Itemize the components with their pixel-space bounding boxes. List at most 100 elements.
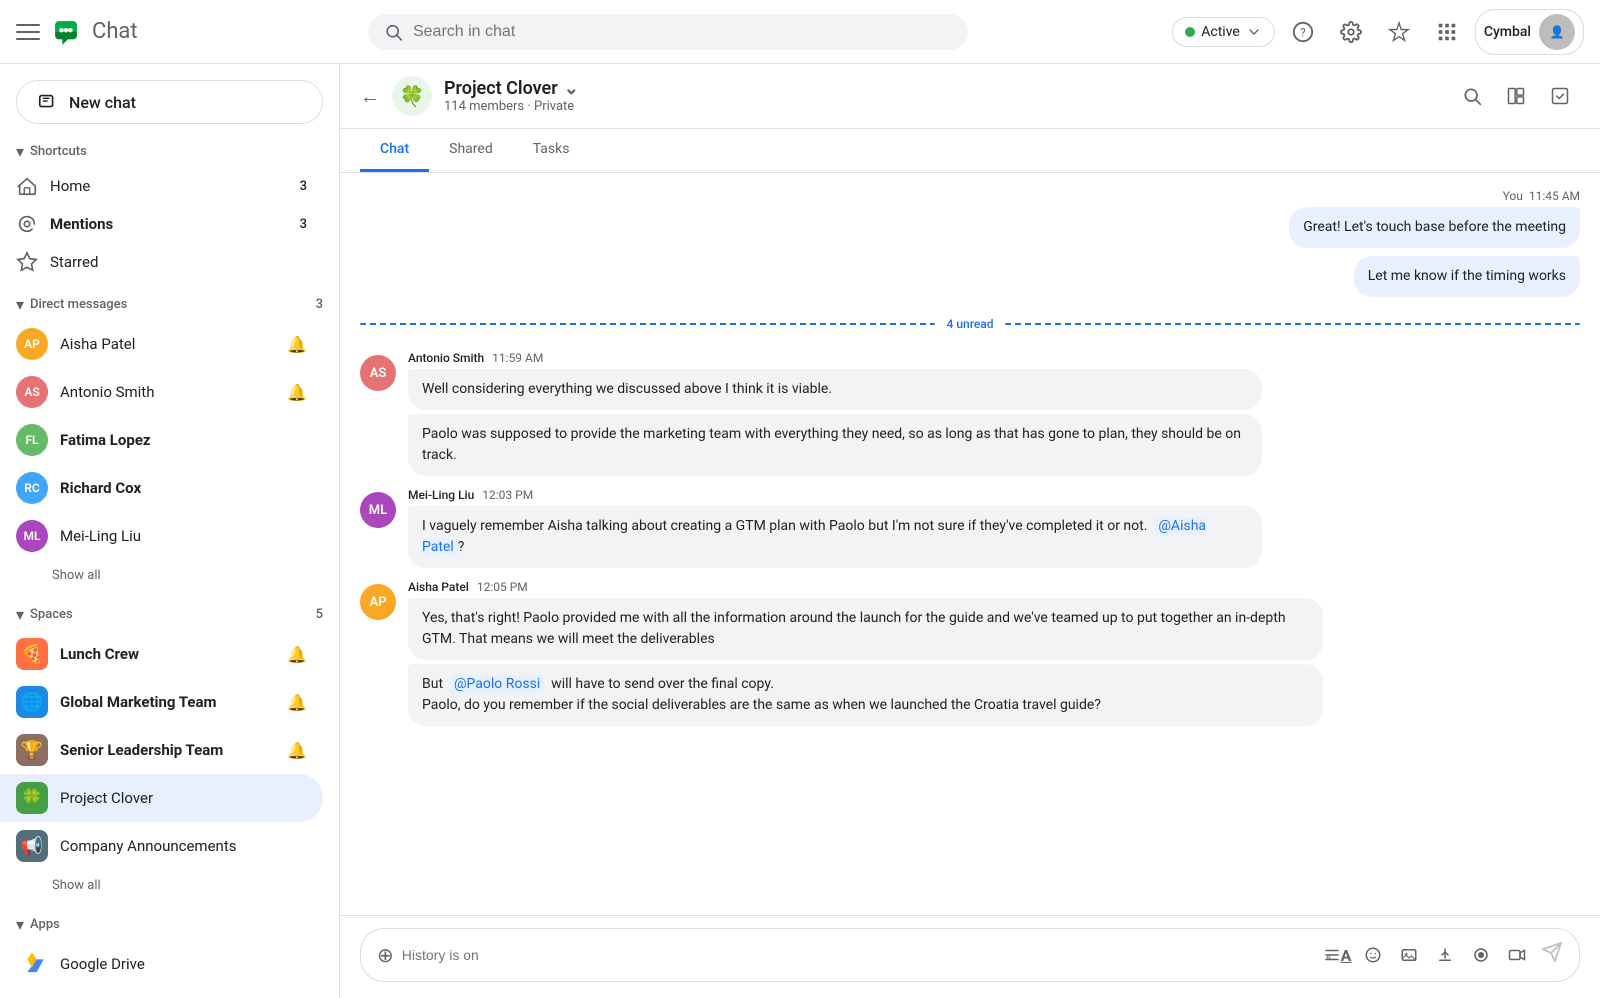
chat-title: Project Clover ⌄ (444, 78, 1440, 99)
spaces-chevron: ▾ (16, 605, 24, 624)
show-all-spaces[interactable]: Show all (0, 870, 323, 901)
gear-icon (1340, 21, 1362, 43)
active-status-button[interactable]: Active (1172, 17, 1275, 47)
emoji-button[interactable] (1357, 939, 1389, 971)
input-actions: A A (1321, 939, 1533, 971)
tab-chat[interactable]: Chat (360, 129, 429, 172)
account-area[interactable]: Cymbal 👤 (1475, 9, 1584, 55)
sidebar-item-project-clover[interactable]: 🍀 Project Clover (0, 774, 323, 822)
spaces-header[interactable]: ▾ Spaces 5 (0, 599, 339, 630)
sidebar-item-google-drive[interactable]: Google Drive (0, 940, 323, 988)
project-clover-label: Project Clover (60, 789, 307, 807)
video-button[interactable] (1501, 939, 1533, 971)
help-button[interactable]: ? (1283, 12, 1323, 52)
dm-label: Direct messages (30, 297, 310, 312)
lunch-crew-bell: 🔔 (287, 645, 307, 664)
aisha-msg-meta: Aisha Patel 12:05 PM (408, 580, 1323, 594)
home-badge: 3 (300, 179, 307, 194)
sidebar-item-jira[interactable]: Jira (0, 988, 323, 998)
sidebar-item-starred[interactable]: Starred (0, 243, 323, 281)
sidebar-item-company-announcements[interactable]: 📢 Company Announcements (0, 822, 323, 870)
message-row-aisha: AP Aisha Patel 12:05 PM Yes, that's righ… (360, 580, 1580, 726)
senior-leadership-icon: 🏆 (16, 734, 48, 766)
sidebar-item-senior-leadership[interactable]: 🏆 Senior Leadership Team 🔔 (0, 726, 323, 774)
tab-tasks[interactable]: Tasks (513, 129, 590, 172)
spaces-badge: 5 (316, 607, 323, 622)
antonio-msg-body: Antonio Smith 11:59 AM Well considering … (408, 351, 1262, 476)
send-button[interactable] (1541, 941, 1563, 969)
search-input[interactable] (413, 23, 952, 41)
aisha-label: Aisha Patel (60, 335, 275, 353)
sidebar-item-meilin-liu[interactable]: ML Mei-Ling Liu (0, 512, 323, 560)
tab-shared[interactable]: Shared (429, 129, 513, 172)
back-button[interactable]: ← (360, 84, 380, 109)
google-drive-icon (16, 948, 48, 980)
chat-header: ← 🍀 Project Clover ⌄ 114 members · Priva… (340, 64, 1600, 129)
add-button[interactable]: ⊕ (377, 943, 394, 967)
tasks-button[interactable] (1540, 76, 1580, 116)
input-area: ⊕ A A (340, 915, 1600, 998)
own-message-row: You 11:45 AM Great! Let's touch base bef… (360, 189, 1580, 297)
chat-title-text: Project Clover (444, 78, 558, 99)
own-time: 11:45 AM (1529, 189, 1580, 203)
chat-title-chevron[interactable]: ⌄ (564, 78, 579, 99)
search-bar[interactable] (368, 14, 968, 50)
format-text-button[interactable]: A A (1321, 939, 1353, 971)
user-avatar: 👤 (1539, 14, 1575, 50)
message-input[interactable] (402, 947, 1313, 963)
new-chat-label: New chat (69, 93, 136, 112)
antonio-bubble-1: Well considering everything we discussed… (408, 369, 1262, 410)
record-button[interactable] (1465, 939, 1497, 971)
shortcuts-chevron: ▾ (16, 142, 24, 161)
sidebar-item-aisha-patel[interactable]: AP Aisha Patel 🔔 (0, 320, 323, 368)
senior-leadership-label: Senior Leadership Team (60, 741, 275, 759)
message-row-meilin: ML Mei-Ling Liu 12:03 PM I vaguely remem… (360, 488, 1580, 568)
apps-header[interactable]: ▾ Apps (0, 909, 339, 940)
unread-divider: 4 unread (360, 317, 1580, 331)
meilin-label: Mei-Ling Liu (60, 527, 307, 545)
upload-icon (1436, 946, 1454, 964)
starred-label: Starred (50, 253, 307, 271)
show-all-dm[interactable]: Show all (0, 560, 323, 591)
grid-button[interactable] (1427, 12, 1467, 52)
dm-header[interactable]: ▾ Direct messages 3 (0, 289, 339, 320)
google-drive-label: Google Drive (60, 955, 307, 973)
global-marketing-icon: 🌐 (16, 686, 48, 718)
sidebar-item-antonio-smith[interactable]: AS Antonio Smith 🔔 (0, 368, 323, 416)
sidebar-item-richard-cox[interactable]: RC Richard Cox (0, 464, 323, 512)
own-bubble-2: Let me know if the timing works (1354, 256, 1580, 297)
new-chat-button[interactable]: New chat (16, 80, 323, 124)
video-icon (1508, 946, 1526, 964)
shortcuts-header[interactable]: ▾ Shortcuts (0, 136, 339, 167)
meilin-bubble-1: I vaguely remember Aisha talking about c… (408, 506, 1262, 568)
global-marketing-label: Global Marketing Team (60, 693, 275, 711)
input-box[interactable]: ⊕ A A (360, 928, 1580, 982)
company-announcements-label: Company Announcements (60, 837, 307, 855)
antonio-avatar: AS (16, 376, 48, 408)
layout-button[interactable] (1496, 76, 1536, 116)
apps-label: Apps (30, 917, 60, 932)
mentions-badge: 3 (300, 217, 307, 232)
upload-button[interactable] (1429, 939, 1461, 971)
chevron-down-icon (1246, 24, 1262, 40)
sidebar-item-fatima-lopez[interactable]: FL Fatima Lopez (0, 416, 323, 464)
gemini-button[interactable] (1379, 12, 1419, 52)
richard-label: Richard Cox (60, 479, 307, 497)
sidebar-item-home[interactable]: Home 3 (0, 167, 323, 205)
apps-chevron: ▾ (16, 915, 24, 934)
unread-badge: 4 unread (947, 317, 994, 331)
settings-button[interactable] (1331, 12, 1371, 52)
attachment-button[interactable] (1393, 939, 1425, 971)
chat-subtitle: 114 members · Private (444, 99, 1440, 114)
chat-area: ← 🍀 Project Clover ⌄ 114 members · Priva… (340, 64, 1600, 998)
global-marketing-bell: 🔔 (287, 693, 307, 712)
sidebar-item-mentions[interactable]: Mentions 3 (0, 205, 323, 243)
search-chat-button[interactable] (1452, 76, 1492, 116)
unread-line-left (360, 323, 935, 325)
aisha-msg-name: Aisha Patel (408, 580, 469, 594)
app-logo (48, 14, 84, 50)
sidebar-item-lunch-crew[interactable]: 🍕 Lunch Crew 🔔 (0, 630, 323, 678)
menu-icon[interactable] (16, 20, 40, 44)
sidebar-item-global-marketing[interactable]: 🌐 Global Marketing Team 🔔 (0, 678, 323, 726)
active-dot (1185, 27, 1195, 37)
